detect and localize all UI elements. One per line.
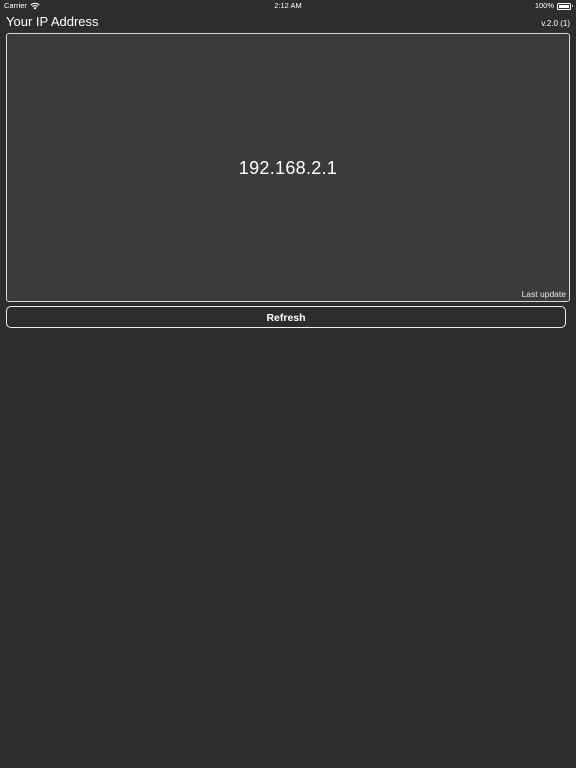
ip-address-value: 192.168.2.1: [238, 158, 338, 178]
status-right: 100%: [534, 0, 573, 12]
last-update-label: Last update: [521, 289, 566, 299]
version-label: v.2.0 (1): [541, 19, 570, 28]
battery-percent: 100%: [534, 1, 554, 10]
battery-icon: [557, 2, 573, 10]
ip-display-panel: 192.168.2.1 Last update: [6, 33, 570, 302]
status-time: 2:12 AM: [274, 1, 302, 10]
refresh-button[interactable]: Refresh: [6, 306, 566, 328]
page-title: Your IP Address: [6, 14, 99, 29]
status-bar: Carrier 2:12 AM 100%: [0, 0, 576, 12]
